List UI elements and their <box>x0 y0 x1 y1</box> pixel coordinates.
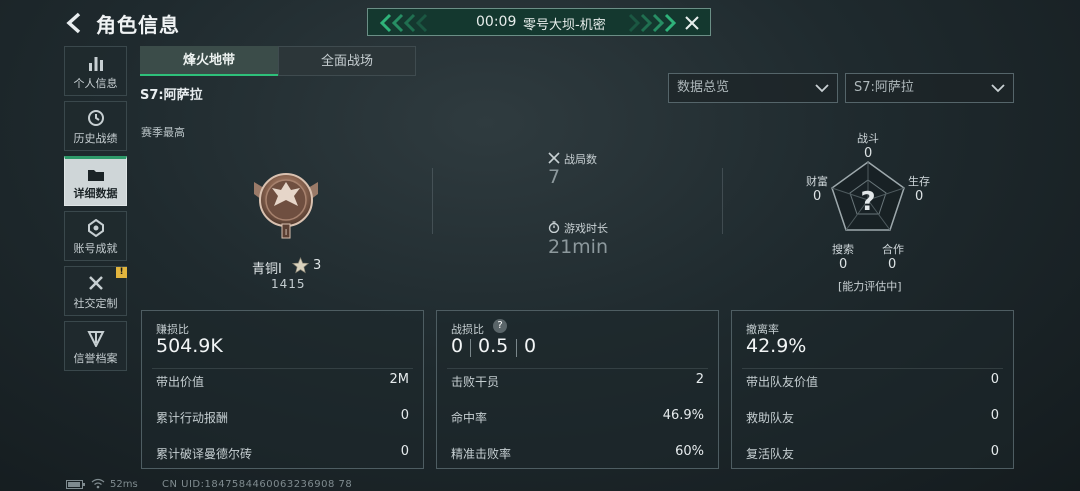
achievement-icon <box>88 219 104 237</box>
rank-score: 1415 <box>271 277 306 291</box>
tools-icon <box>89 276 103 290</box>
stat-row-label: 复活队友 <box>746 447 795 461</box>
battery-icon <box>66 480 85 489</box>
sidebar-item-achievements[interactable]: 账号成就 <box>64 211 127 261</box>
matches-label: 战局数 <box>564 153 597 166</box>
stat-row-label: 救助队友 <box>746 411 795 425</box>
radar-search-label: 搜索 <box>832 243 854 256</box>
sidebar-item-credit[interactable]: 信誉档案 <box>64 321 127 371</box>
bar-chart-icon <box>89 57 103 71</box>
kd-stats-card: 战损比 ? 0 0.5 0 击败干员 2 命中率 46.9% 精准击败率 60% <box>436 310 719 469</box>
playtime-label: 游戏时长 <box>564 222 608 235</box>
divider <box>516 339 517 357</box>
ability-assessment-status: [能力评估中] <box>838 280 902 293</box>
sidebar-item-label: 账号成就 <box>73 242 118 255</box>
crossed-swords-icon <box>548 152 560 164</box>
divider <box>722 168 723 234</box>
stat-row-label: 击败干员 <box>451 375 500 389</box>
tab-full-battlefield[interactable]: 全面战场 <box>278 46 416 76</box>
stat-row-label: 带出队友价值 <box>746 375 819 389</box>
svg-text:I: I <box>285 228 287 237</box>
chevron-down-icon <box>991 84 1005 93</box>
radar-question-mark: ? <box>860 187 875 217</box>
divider <box>432 168 433 234</box>
chevron-down-icon <box>815 84 829 93</box>
help-icon[interactable]: ? <box>493 319 507 333</box>
star-icon <box>292 257 309 274</box>
rank-star-count: 3 <box>313 258 322 273</box>
data-overview-dropdown[interactable]: 数据总览 <box>668 73 838 103</box>
kd-value-right: 0 <box>524 335 537 357</box>
stat-row-label: 命中率 <box>451 411 488 425</box>
radar-wealth-value: 0 <box>813 189 822 204</box>
stat-row-value: 46.9% <box>662 408 704 423</box>
sidebar-item-profile[interactable]: 个人信息 <box>64 46 127 96</box>
divider <box>742 368 1003 369</box>
ability-radar-chart: ? <box>831 161 905 231</box>
kd-value-center: 0.5 <box>478 335 509 357</box>
card-main-value: 42.9% <box>746 335 807 357</box>
divider <box>470 339 471 357</box>
radar-search-value: 0 <box>839 257 848 272</box>
radar-teamwork-value: 0 <box>888 257 897 272</box>
divider <box>447 368 708 369</box>
profit-stats-card: 赚损比 504.9K 带出价值 2M 累计行动报酬 0 累计破译曼德尔砖 0 <box>141 310 424 469</box>
stopwatch-icon <box>548 221 560 233</box>
sidebar-item-label: 社交定制 <box>73 297 118 310</box>
stat-row-value: 60% <box>675 444 704 459</box>
stat-row-value: 0 <box>400 408 409 423</box>
radar-survival-label: 生存 <box>908 175 930 188</box>
back-arrow-icon[interactable] <box>62 10 88 36</box>
season-dropdown[interactable]: S7:阿萨拉 <box>845 73 1014 103</box>
season-title: S7:阿萨拉 <box>140 88 203 103</box>
tab-fire-zone[interactable]: 烽火地带 <box>140 46 278 76</box>
wifi-icon <box>91 478 105 489</box>
radar-combat-value: 0 <box>864 146 873 161</box>
close-icon[interactable] <box>682 13 702 33</box>
stat-row-label: 带出价值 <box>156 375 205 389</box>
stat-row-value: 0 <box>990 372 999 387</box>
stat-row-label: 累计行动报酬 <box>156 411 229 425</box>
card-main-value: 504.9K <box>156 335 223 357</box>
radar-survival-value: 0 <box>915 189 924 204</box>
extraction-stats-card: 撤离率 42.9% 带出队友价值 0 救助队友 0 复活队友 0 <box>731 310 1014 469</box>
stat-row-label: 累计破译曼德尔砖 <box>156 447 253 461</box>
sidebar-item-label: 详细数据 <box>73 187 118 200</box>
radar-combat-label: 战斗 <box>857 132 879 145</box>
stat-row-value: 0 <box>400 444 409 459</box>
page-title: 角色信息 <box>96 13 180 37</box>
sidebar-item-label: 个人信息 <box>73 77 118 90</box>
notification-badge: ! <box>116 267 127 278</box>
stat-row-value: 2 <box>695 372 704 387</box>
user-uid: CN UID:1847584460063236908 78 <box>162 479 353 490</box>
match-banner[interactable]: 00:09 零号大坝-机密 <box>367 8 711 36</box>
stat-row-value: 0 <box>990 444 999 459</box>
dropdown-value: 数据总览 <box>677 80 730 95</box>
kd-value-left: 0 <box>451 335 464 357</box>
divider <box>152 368 413 369</box>
match-timer: 00:09 <box>476 14 517 30</box>
chevrons-right-icon <box>628 13 677 33</box>
stat-row-value: 0 <box>990 408 999 423</box>
rank-name: 青铜I <box>252 262 282 277</box>
playtime-value: 21min <box>548 236 609 258</box>
dropdown-value: S7:阿萨拉 <box>854 80 914 95</box>
stat-row-label: 精准击败率 <box>451 447 512 461</box>
bronze-rank-emblem-icon: I <box>254 173 318 239</box>
ping-indicator: 52ms <box>110 479 138 490</box>
sidebar-item-label: 历史战绩 <box>73 132 118 145</box>
history-icon <box>88 110 104 126</box>
sidebar-item-label: 信誉档案 <box>73 352 118 365</box>
sidebar-item-history[interactable]: 历史战绩 <box>64 101 127 151</box>
folder-icon <box>88 170 104 181</box>
stat-row-value: 2M <box>389 372 410 387</box>
match-map-name: 零号大坝-机密 <box>523 18 606 33</box>
credit-shield-icon <box>87 331 105 347</box>
sidebar-item-detailed-data[interactable]: 详细数据 <box>64 156 127 206</box>
radar-wealth-label: 财富 <box>806 175 828 188</box>
season-best-label: 赛季最高 <box>141 126 185 139</box>
matches-value: 7 <box>548 166 561 188</box>
radar-teamwork-label: 合作 <box>882 243 904 256</box>
chevrons-left-icon <box>379 13 428 33</box>
